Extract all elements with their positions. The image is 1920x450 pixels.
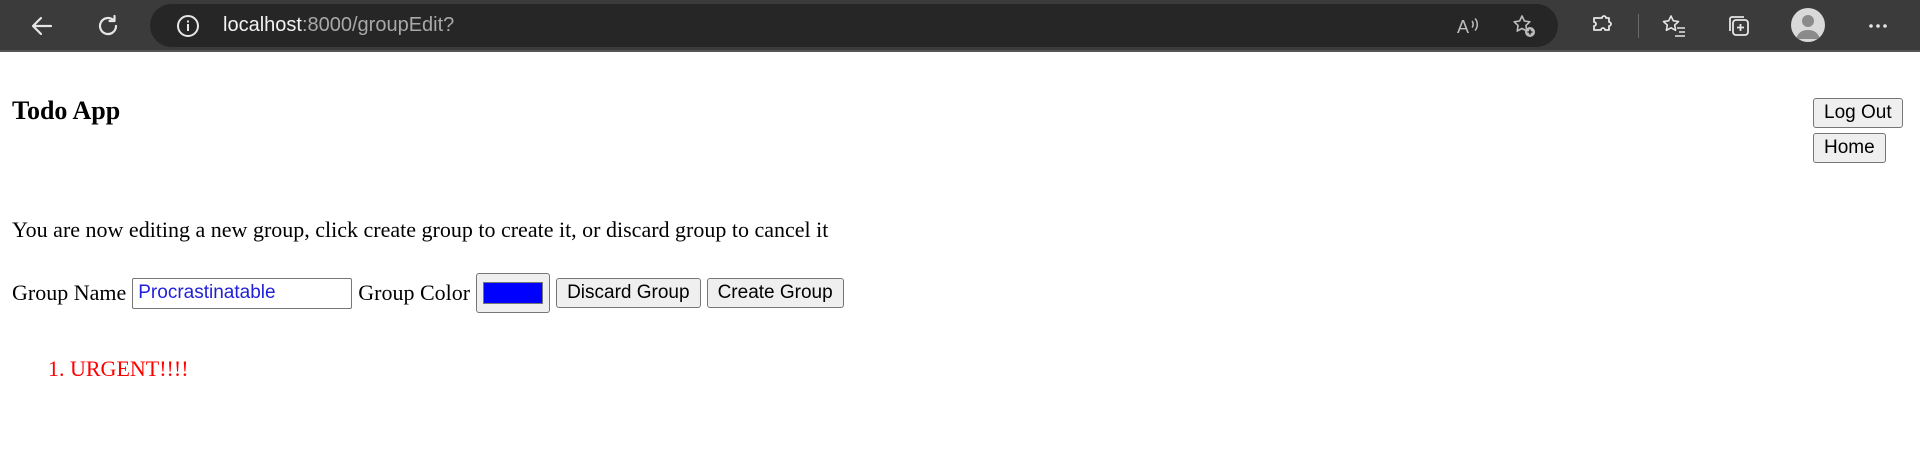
log-out-button[interactable]: Log Out	[1813, 98, 1903, 128]
url-text[interactable]: localhost:8000/groupEdit?	[223, 14, 454, 37]
read-aloud-icon[interactable]: A	[1455, 13, 1481, 39]
collections-button[interactable]	[1721, 8, 1757, 44]
address-bar[interactable]: localhost:8000/groupEdit? A	[150, 4, 1558, 47]
list-item-number: 1.	[48, 356, 65, 381]
home-button[interactable]: Home	[1813, 133, 1886, 163]
todo-list: 1. URGENT!!!!	[48, 356, 189, 382]
discard-group-button[interactable]: Discard Group	[556, 278, 701, 308]
favorites-button[interactable]	[1656, 8, 1692, 44]
reload-button[interactable]	[90, 8, 126, 44]
group-color-picker[interactable]	[476, 273, 551, 313]
group-edit-form: Group Name Group Color Discard Group Cre…	[12, 273, 844, 313]
group-name-label: Group Name	[12, 280, 127, 305]
back-arrow-icon	[31, 16, 53, 36]
extensions-button[interactable]	[1584, 8, 1620, 44]
collections-icon	[1729, 16, 1749, 36]
back-button[interactable]	[24, 8, 60, 44]
info-icon[interactable]	[175, 13, 201, 39]
group-color-swatch	[483, 282, 544, 304]
extensions-icon	[1593, 15, 1612, 31]
toolbar-separator	[1638, 14, 1639, 38]
more-options-button[interactable]	[1860, 8, 1896, 44]
svg-text:A: A	[1457, 17, 1469, 37]
browser-toolbar: localhost:8000/groupEdit? A	[0, 0, 1920, 52]
reload-icon	[98, 14, 118, 36]
page-title: Todo App	[12, 96, 121, 125]
profile-avatar-icon[interactable]	[1791, 8, 1825, 42]
more-options-icon	[1869, 24, 1887, 28]
url-host: localhost	[223, 14, 302, 36]
create-group-button[interactable]: Create Group	[706, 278, 844, 308]
url-path: :8000/groupEdit?	[301, 14, 455, 36]
list-item-text: URGENT!!!!	[70, 356, 189, 381]
group-name-input[interactable]	[132, 277, 353, 309]
editing-instructions: You are now editing a new group, click c…	[12, 217, 829, 242]
group-color-label: Group Color	[358, 280, 471, 305]
favorites-icon	[1662, 15, 1685, 37]
add-favorite-icon[interactable]	[1511, 13, 1537, 39]
list-item: 1. URGENT!!!!	[48, 356, 189, 382]
